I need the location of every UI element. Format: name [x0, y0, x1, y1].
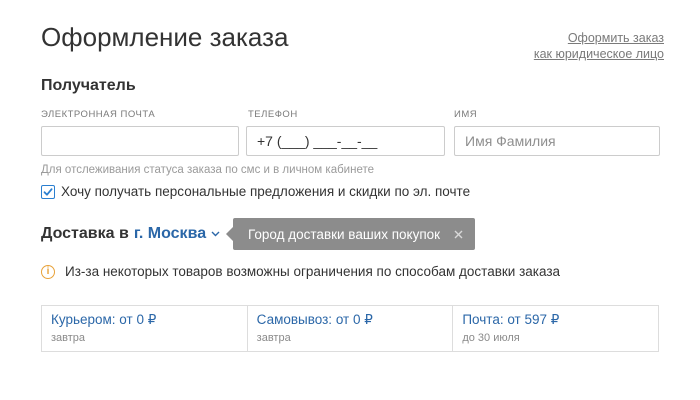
- name-label: ИМЯ: [454, 109, 478, 120]
- consent-checkbox-row[interactable]: Хочу получать персональные предложения и…: [41, 184, 470, 199]
- close-icon[interactable]: [454, 230, 463, 239]
- city-selector[interactable]: г. Москва: [134, 225, 220, 243]
- legal-link-line2[interactable]: как юридическое лицо: [534, 46, 664, 62]
- option-subtitle: до 30 июля: [462, 332, 520, 344]
- email-label: ЭЛЕКТРОННАЯ ПОЧТА: [41, 109, 156, 120]
- city-name[interactable]: г. Москва: [134, 225, 206, 243]
- option-title[interactable]: Почта: от 597 ₽: [462, 312, 658, 328]
- info-icon: i: [41, 264, 55, 279]
- consent-checkbox[interactable]: [41, 184, 55, 199]
- option-title[interactable]: Самовывоз: от 0 ₽: [257, 312, 453, 328]
- page-title: Оформление заказа: [41, 22, 289, 52]
- delivery-option-post[interactable]: Почта: от 597 ₽ до 30 июля: [453, 306, 658, 351]
- chevron-down-icon[interactable]: [211, 231, 220, 237]
- phone-field[interactable]: [246, 126, 445, 156]
- email-field[interactable]: [41, 126, 239, 156]
- checkmark-icon: [43, 187, 53, 196]
- tooltip-text: Город доставки ваших покупок: [248, 226, 441, 242]
- legal-link-line1[interactable]: Оформить заказ: [534, 30, 664, 46]
- delivery-option-courier[interactable]: Курьером: от 0 ₽ завтра: [42, 306, 248, 351]
- phone-label: ТЕЛЕФОН: [248, 109, 298, 120]
- phone-helper-text: Для отслеживания статуса заказа по смс и…: [41, 164, 374, 176]
- delivery-restriction-notice: i Из-за некоторых товаров возможны огран…: [41, 264, 560, 279]
- delivery-heading: Доставка в г. Москва: [41, 225, 220, 243]
- city-tooltip: Город доставки ваших покупок: [225, 218, 476, 250]
- delivery-title: Доставка в: [41, 225, 129, 242]
- legal-entity-order-link[interactable]: Оформить заказ как юридическое лицо: [534, 30, 664, 62]
- option-title[interactable]: Курьером: от 0 ₽: [51, 312, 247, 328]
- option-subtitle: завтра: [51, 332, 86, 344]
- delivery-option-pickup[interactable]: Самовывоз: от 0 ₽ завтра: [248, 306, 454, 351]
- consent-label: Хочу получать персональные предложения и…: [61, 184, 471, 199]
- option-subtitle: завтра: [256, 332, 291, 344]
- notice-text: Из-за некоторых товаров возможны огранич…: [65, 264, 561, 279]
- delivery-options: Курьером: от 0 ₽ завтра Самовывоз: от 0 …: [41, 305, 659, 352]
- name-field[interactable]: [454, 126, 660, 156]
- recipient-section-title: Получатель: [41, 77, 136, 94]
